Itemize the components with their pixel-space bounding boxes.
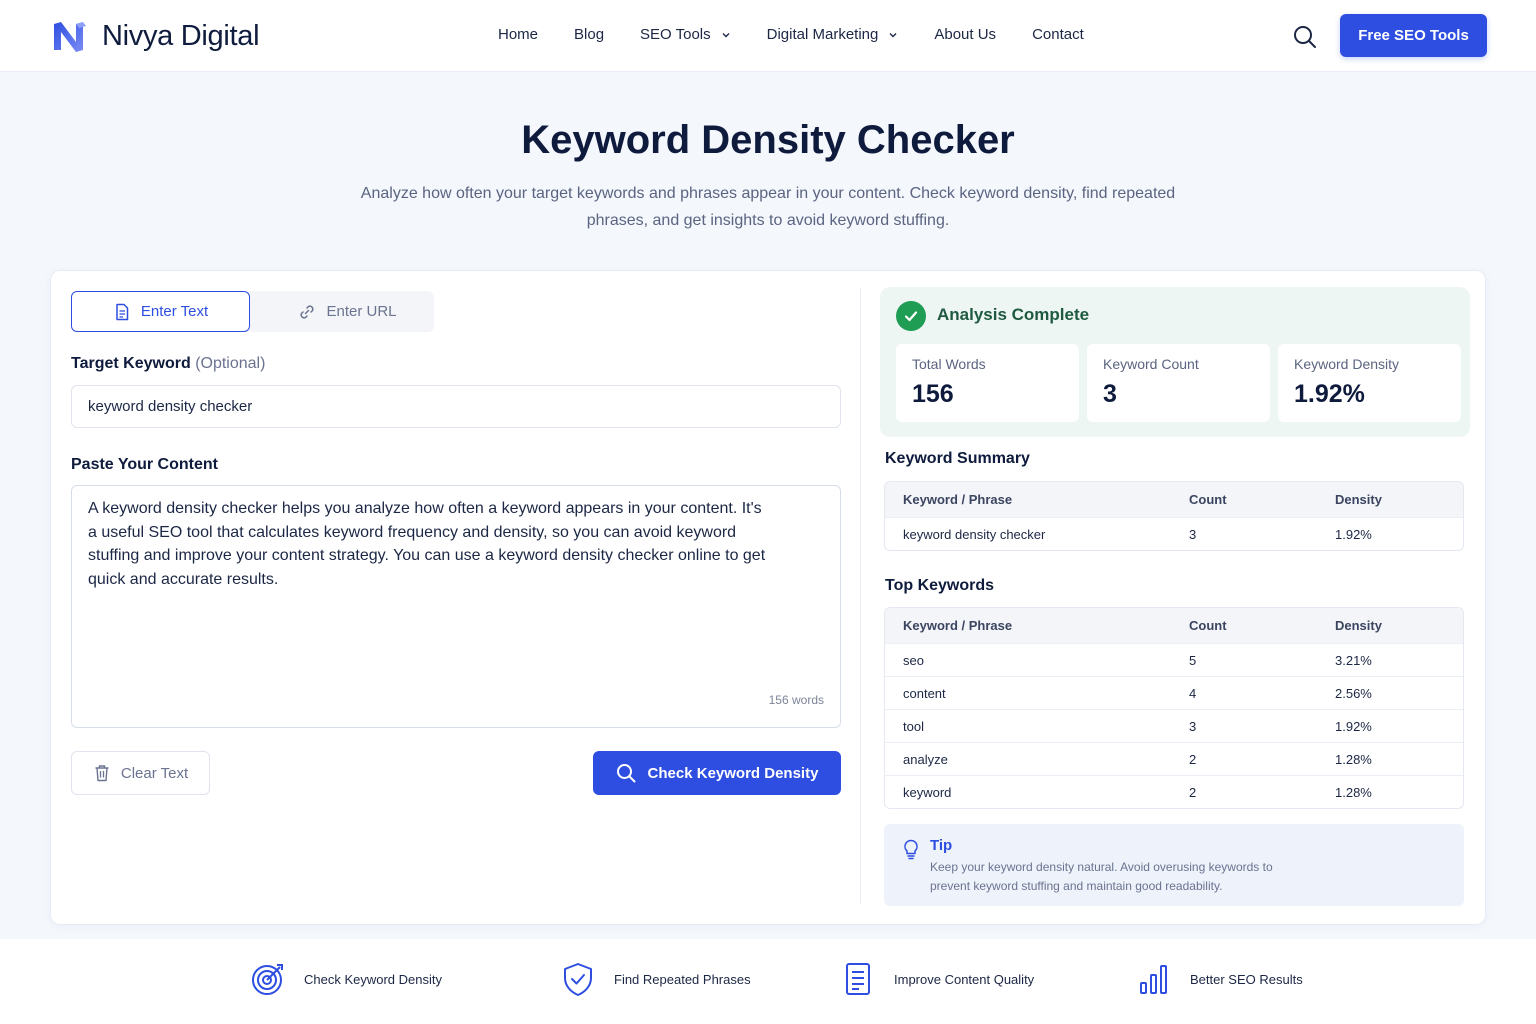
- content-text: A keyword density checker helps you anal…: [88, 500, 766, 589]
- free-seo-tools-button[interactable]: Free SEO Tools: [1340, 14, 1487, 57]
- brand-logo[interactable]: Nivya Digital: [50, 16, 260, 56]
- table-header: Keyword / Phrase Count Density: [885, 608, 1463, 643]
- logo-icon: [54, 22, 86, 52]
- features-strip: [0, 939, 1536, 1024]
- main-nav: Home Blog SEO Tools Digital Marketing Ab…: [498, 26, 1084, 43]
- search-icon[interactable]: [1292, 24, 1318, 50]
- nav-seo-tools[interactable]: SEO Tools: [640, 26, 731, 43]
- lightbulb-icon: [904, 839, 918, 860]
- analysis-status: Analysis Complete: [937, 305, 1090, 324]
- input-mode-tabs: Enter Text Enter URL: [71, 291, 434, 332]
- site-header: Nivya Digital Home Blog SEO Tools Digita…: [0, 0, 1536, 72]
- feature-seo-results: Better SEO Results: [1136, 961, 1303, 997]
- stat-keyword-density: Keyword Density 1.92%: [1278, 344, 1461, 422]
- keyword-summary-table: Keyword / Phrase Count Density keyword d…: [884, 481, 1464, 551]
- nav-about-us[interactable]: About Us: [934, 26, 996, 43]
- chevron-down-icon: [889, 32, 897, 37]
- table-row: seo 5 3.21%: [885, 643, 1463, 676]
- tip-title: Tip: [930, 837, 953, 854]
- tab-enter-text[interactable]: Enter Text: [71, 291, 250, 332]
- feature-repeated-phrases: Find Repeated Phrases: [560, 961, 751, 997]
- link-icon: [300, 304, 315, 319]
- trash-icon: [95, 765, 109, 782]
- check-keyword-density-button[interactable]: Check Keyword Density: [593, 751, 841, 795]
- tab-enter-url[interactable]: Enter URL: [261, 291, 434, 332]
- clear-text-button[interactable]: Clear Text: [71, 751, 210, 795]
- feature-check-density: Check Keyword Density: [250, 961, 442, 997]
- search-icon: [616, 764, 636, 783]
- chevron-down-icon: [722, 32, 730, 37]
- table-row: analyze 2 1.28%: [885, 742, 1463, 775]
- table-header: Keyword / Phrase Count Density: [885, 482, 1463, 517]
- table-row: keyword 2 1.28%: [885, 775, 1463, 808]
- word-count: 156 words: [768, 693, 824, 707]
- table-row: tool 3 1.92%: [885, 709, 1463, 742]
- bar-chart-icon: [1140, 965, 1167, 994]
- document-icon: [116, 303, 129, 320]
- stat-total-words: Total Words 156: [896, 344, 1079, 422]
- brand-name: Nivya Digital: [102, 19, 260, 52]
- target-icon: [252, 964, 283, 995]
- target-keyword-input[interactable]: [71, 385, 841, 428]
- nav-home[interactable]: Home: [498, 26, 538, 43]
- target-keyword-label: Target Keyword (Optional): [71, 355, 266, 372]
- tip-text: Keep your keyword density natural. Avoid…: [930, 860, 1273, 893]
- page-subtitle: Analyze how often your target keywords a…: [360, 185, 1176, 229]
- stat-keyword-count: Keyword Count 3: [1087, 344, 1270, 422]
- nav-contact[interactable]: Contact: [1032, 26, 1084, 43]
- table-row: content 4 2.56%: [885, 676, 1463, 709]
- keyword-summary-title: Keyword Summary: [885, 450, 1030, 467]
- page-title: Keyword Density Checker: [521, 118, 1015, 162]
- nav-digital-marketing[interactable]: Digital Marketing: [767, 26, 899, 43]
- panel-divider: [860, 288, 861, 904]
- top-keywords-table: Keyword / Phrase Count Density seo 5 3.2…: [884, 607, 1464, 809]
- document-lines-icon: [846, 963, 870, 995]
- check-circle-icon: [896, 301, 926, 331]
- table-row: keyword density checker 3 1.92%: [885, 517, 1463, 550]
- shield-check-icon: [564, 963, 592, 996]
- top-keywords-title: Top Keywords: [885, 577, 995, 594]
- nav-blog[interactable]: Blog: [574, 26, 604, 43]
- feature-content-quality: Improve Content Quality: [840, 961, 1034, 997]
- content-label: Paste Your Content: [71, 456, 218, 473]
